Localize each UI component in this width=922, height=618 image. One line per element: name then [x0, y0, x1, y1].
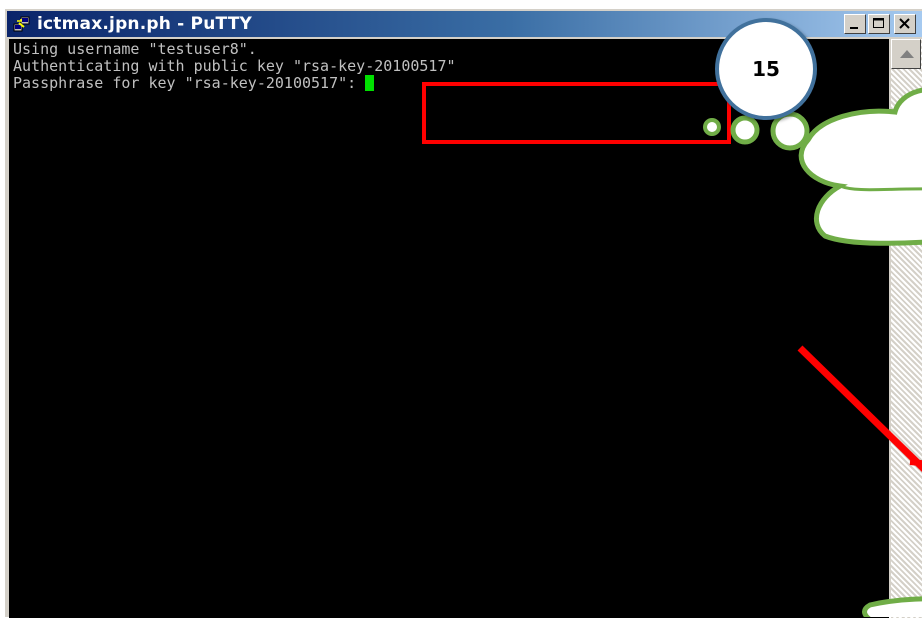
close-icon [899, 18, 910, 29]
minimize-button[interactable] [844, 14, 866, 34]
terminal-screen[interactable]: Using username "testuser8". Authenticati… [9, 39, 889, 618]
terminal-line-username: Using username "testuser8". [13, 40, 257, 58]
passphrase-prompt-text: Passphrase for key "rsa-key-20100517": [13, 74, 366, 92]
minimize-icon [850, 27, 858, 29]
terminal-cursor [365, 75, 375, 91]
step-number: 15 [752, 57, 780, 81]
terminal-line-passphrase-prompt: Passphrase for key "rsa-key-20100517": [13, 74, 375, 92]
scroll-up-button[interactable] [891, 39, 921, 69]
maximize-button[interactable] [868, 14, 890, 34]
close-button[interactable] [894, 14, 916, 34]
step-badge: 15 [715, 18, 817, 120]
vertical-scrollbar[interactable] [891, 39, 922, 618]
terminal-line-authenticating: Authenticating with public key "rsa-key-… [13, 57, 456, 75]
window-title: ictmax.jpn.ph - PuTTY [37, 14, 253, 34]
maximize-icon [873, 18, 884, 28]
putty-icon [13, 16, 30, 32]
up-arrow-icon [900, 50, 914, 58]
